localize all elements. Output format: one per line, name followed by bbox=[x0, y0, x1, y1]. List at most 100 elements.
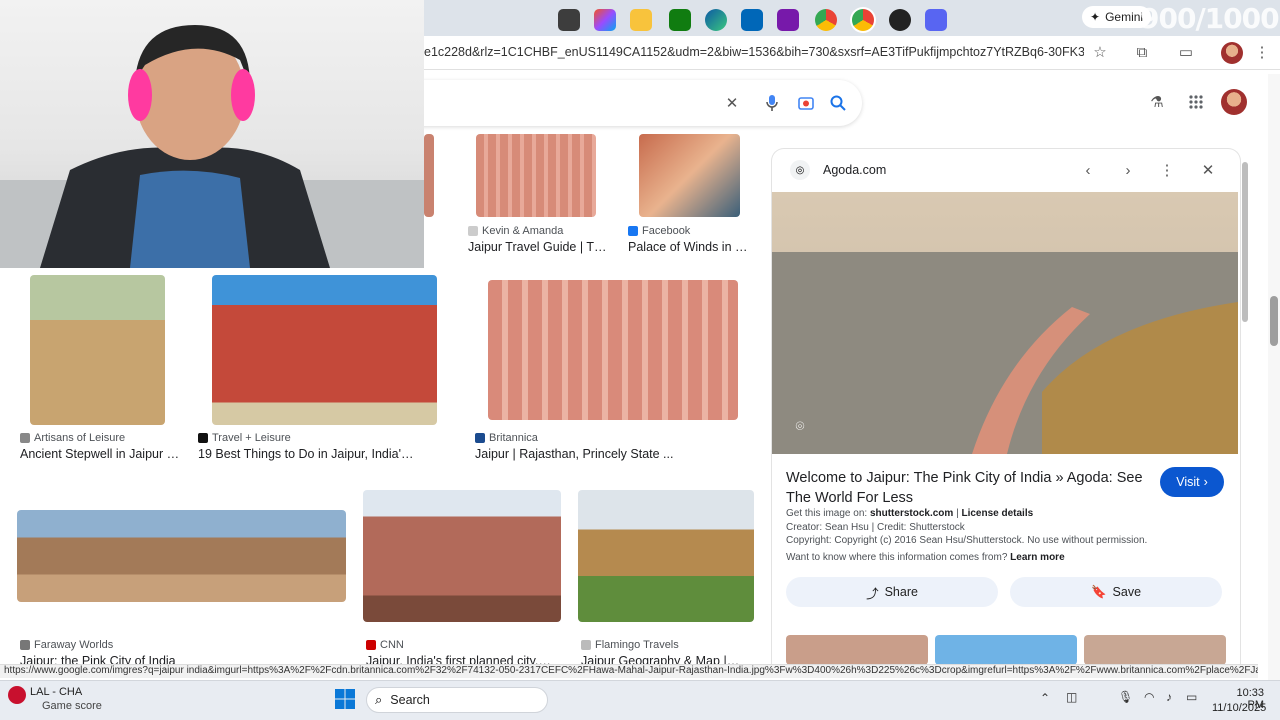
profile-avatar[interactable] bbox=[1221, 42, 1243, 64]
google-account-avatar[interactable] bbox=[1221, 89, 1247, 115]
result-image-amber-fort-panorama[interactable] bbox=[17, 510, 346, 602]
info-source-line: Want to know where this information come… bbox=[786, 552, 1065, 563]
share-icon: ⤴ bbox=[866, 586, 879, 601]
page-scrollbar-thumb[interactable] bbox=[1270, 296, 1278, 346]
app-icon[interactable] bbox=[777, 9, 799, 31]
result-source[interactable]: Britannica bbox=[475, 432, 538, 444]
license-details-link[interactable]: License details bbox=[961, 508, 1033, 519]
creator-line: Creator: Sean Hsu | Credit: Shutterstock bbox=[786, 522, 965, 533]
wifi-icon[interactable]: ◠ bbox=[1144, 690, 1154, 704]
windows-taskbar bbox=[0, 680, 1280, 720]
result-source[interactable]: Kevin & Amanda bbox=[468, 225, 563, 237]
lens-search-icon[interactable]: ⌾ bbox=[790, 416, 810, 436]
result-image-city-palace[interactable] bbox=[212, 275, 437, 425]
windows-start-icon[interactable] bbox=[334, 688, 356, 710]
result-image-palace-of-winds[interactable] bbox=[639, 134, 740, 217]
source-favicon-icon bbox=[468, 226, 478, 236]
microsoft-store-icon[interactable] bbox=[741, 9, 763, 31]
tray-app-icon[interactable]: ◫ bbox=[1066, 690, 1077, 704]
result-source[interactable]: Flamingo Travels bbox=[581, 639, 679, 651]
copyright-line: Copyright: Copyright (c) 2016 Sean Hsu/S… bbox=[786, 535, 1148, 546]
panel-title[interactable]: Welcome to Jaipur: The Pink City of Indi… bbox=[786, 468, 1146, 508]
microphone-icon[interactable] bbox=[762, 93, 782, 113]
task-view-icon[interactable] bbox=[558, 9, 580, 31]
result-image-amber-fort[interactable] bbox=[578, 490, 754, 622]
result-title[interactable]: Jaipur | Rajasthan, Princely State ... bbox=[475, 447, 675, 461]
game-score-team-icon bbox=[8, 686, 26, 704]
obs-icon[interactable] bbox=[889, 9, 911, 31]
xbox-icon[interactable] bbox=[669, 9, 691, 31]
chrome-icon[interactable] bbox=[815, 9, 837, 31]
image-source-line: Get this image on: shutterstock.com | Li… bbox=[786, 508, 1034, 519]
result-image-jaipur-street[interactable] bbox=[363, 490, 561, 622]
source-favicon-icon bbox=[20, 640, 30, 650]
webcam-overlay bbox=[0, 0, 424, 268]
discord-icon[interactable] bbox=[925, 9, 947, 31]
result-image-stepwell[interactable] bbox=[30, 275, 165, 425]
gemini-label: Gemini bbox=[1105, 10, 1144, 24]
search-icon: ⌕ bbox=[375, 692, 383, 707]
next-image-icon[interactable]: › bbox=[1118, 160, 1138, 180]
tray-microphone-icon[interactable]: 🎙 bbox=[1118, 690, 1133, 704]
result-image-hawa-mahal-britannica[interactable] bbox=[488, 280, 738, 420]
extensions-icon[interactable]: ⧉ bbox=[1132, 42, 1152, 62]
gemini-spark-icon: ✦ bbox=[1090, 10, 1101, 24]
cast-icon[interactable]: ▭ bbox=[1176, 42, 1196, 62]
taskbar-search[interactable]: ⌕ Search bbox=[366, 687, 548, 713]
labs-flask-icon[interactable]: ⚗ bbox=[1147, 92, 1167, 112]
result-title[interactable]: Jaipur, India's first planned city, w... bbox=[366, 654, 551, 664]
game-score-teams[interactable]: LAL - CHA bbox=[30, 686, 82, 698]
result-title[interactable]: Jaipur Travel Guide | Th... bbox=[468, 240, 608, 254]
learn-more-link[interactable]: Learn more bbox=[1010, 552, 1064, 563]
panel-site-name[interactable]: Agoda.com bbox=[823, 163, 886, 177]
result-image-partial[interactable] bbox=[424, 134, 434, 217]
result-source[interactable]: CNN bbox=[366, 639, 404, 651]
source-favicon-icon bbox=[475, 433, 485, 443]
result-image-hawa-mahal[interactable] bbox=[476, 134, 596, 217]
volume-icon[interactable]: ♪ bbox=[1166, 690, 1172, 704]
result-title[interactable]: Ancient Stepwell in Jaipur -... bbox=[20, 447, 180, 461]
bookmark-star-icon[interactable]: ☆ bbox=[1090, 42, 1110, 62]
chevron-right-icon: › bbox=[1203, 475, 1208, 489]
result-source[interactable]: Artisans of Leisure bbox=[20, 432, 125, 444]
address-bar-url[interactable]: e1c228d&rlz=1C1CHBF_enUS1149CA1152&udm=2… bbox=[424, 45, 1084, 59]
tray-chevron-up-icon[interactable]: ⌃ bbox=[1040, 691, 1050, 705]
source-favicon-icon bbox=[581, 640, 591, 650]
close-panel-icon[interactable]: ✕ bbox=[1198, 160, 1218, 180]
shutterstock-link[interactable]: shutterstock.com bbox=[870, 508, 953, 519]
source-favicon-icon bbox=[198, 433, 208, 443]
result-title[interactable]: Jaipur: the Pink City of India bbox=[20, 654, 180, 664]
search-box[interactable]: ✕ bbox=[390, 80, 862, 126]
panel-scrollbar-thumb[interactable] bbox=[1242, 162, 1248, 322]
related-image[interactable] bbox=[786, 635, 928, 665]
visit-button[interactable]: Visit › bbox=[1160, 467, 1224, 497]
copilot-icon[interactable] bbox=[594, 9, 616, 31]
related-image[interactable] bbox=[935, 635, 1077, 665]
clock-date[interactable]: 11/10/2025 bbox=[1212, 702, 1266, 714]
counter-overlay: 900/1000 bbox=[1140, 2, 1280, 35]
panel-preview-image[interactable] bbox=[772, 192, 1238, 454]
result-title[interactable]: 19 Best Things to Do in Jaipur, India's … bbox=[198, 447, 418, 461]
result-source[interactable]: Facebook bbox=[628, 225, 690, 237]
more-options-icon[interactable]: ⋮ bbox=[1157, 160, 1177, 180]
edge-browser-icon[interactable] bbox=[705, 9, 727, 31]
related-image[interactable] bbox=[1084, 635, 1226, 665]
result-source[interactable]: Travel + Leisure bbox=[198, 432, 291, 444]
clear-search-icon[interactable]: ✕ bbox=[722, 93, 742, 113]
page-scrollbar[interactable] bbox=[1268, 74, 1280, 680]
save-button[interactable]: 🔖 Save bbox=[1010, 577, 1222, 607]
game-score-label: Game score bbox=[42, 700, 102, 712]
result-title[interactable]: Jaipur Geography & Map | Fla... bbox=[581, 654, 741, 664]
file-explorer-icon[interactable] bbox=[630, 9, 652, 31]
chrome-active-icon[interactable] bbox=[852, 9, 874, 31]
share-button[interactable]: ⤴ Share bbox=[786, 577, 998, 607]
battery-icon[interactable]: ▭ bbox=[1186, 690, 1197, 704]
result-title[interactable]: Palace of Winds in J... bbox=[628, 240, 748, 254]
source-favicon-icon bbox=[20, 433, 30, 443]
search-icon[interactable] bbox=[828, 93, 848, 113]
previous-image-icon[interactable]: ‹ bbox=[1078, 160, 1098, 180]
browser-menu-icon[interactable]: ⋮ bbox=[1252, 42, 1272, 62]
lens-camera-icon[interactable] bbox=[796, 93, 816, 113]
result-source[interactable]: Faraway Worlds bbox=[20, 639, 113, 651]
apps-grid-icon[interactable] bbox=[1186, 92, 1206, 112]
